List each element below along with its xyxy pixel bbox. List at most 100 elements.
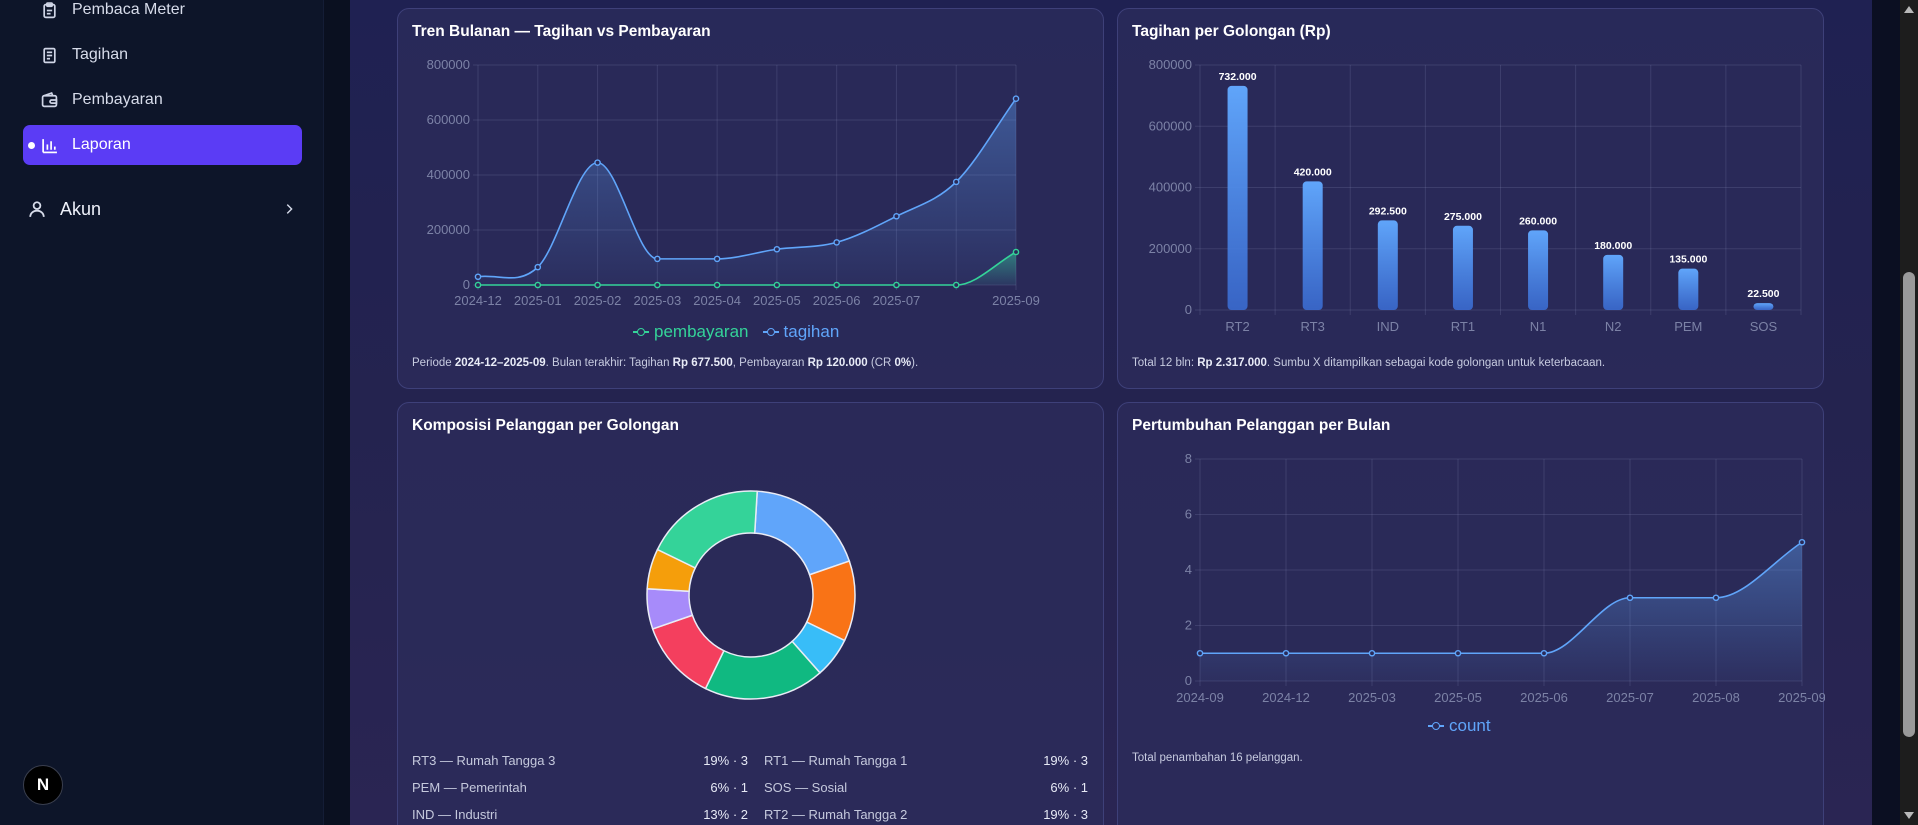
wallet-icon bbox=[41, 91, 58, 107]
layout-gutter bbox=[324, 0, 350, 825]
x-tick-label: 2025-07 bbox=[1606, 690, 1654, 703]
y-tick-label: 800000 bbox=[1149, 57, 1192, 72]
data-point-count bbox=[1798, 538, 1806, 546]
golongan-card: Tagihan per Golongan (Rp) 0 200000 400000 6… bbox=[1117, 8, 1824, 389]
sidebar-item-pembayaran[interactable]: Pembayaran bbox=[23, 80, 302, 120]
data-point-count bbox=[1282, 649, 1290, 657]
sidebar-item-label: Tagihan bbox=[72, 46, 129, 63]
sidebar-item-label: Pembaca Meter bbox=[72, 1, 185, 18]
pertumbuhan-card: Pertumbuhan Pelanggan per Bulan 0 2 4 6 8 202… bbox=[1117, 402, 1825, 825]
trend-card: Tren Bulanan — Tagihan vs Pembayaran 0 20… bbox=[397, 8, 1104, 389]
sidebar-item-laporan[interactable]: Laporan bbox=[23, 125, 302, 165]
data-point-count bbox=[1368, 649, 1376, 657]
account-label: Akun bbox=[60, 198, 102, 219]
data-point-pembayaran bbox=[773, 281, 781, 289]
y-tick-label: 200000 bbox=[427, 222, 470, 237]
data-point-tagihan bbox=[1012, 95, 1020, 102]
data-point-tagihan bbox=[594, 159, 601, 166]
sidebar: Pembaca Meter Tagihan Pembayaran Laporan… bbox=[0, 0, 324, 825]
chevron-right-icon bbox=[286, 204, 293, 214]
legend-item-tagihan[interactable]: tagihan bbox=[762, 322, 840, 342]
data-point-tagihan bbox=[534, 263, 542, 271]
y-tick-label: 4 bbox=[1185, 562, 1192, 577]
data-point-pembayaran bbox=[1012, 248, 1020, 256]
x-tick-label: 2025-03 bbox=[1348, 690, 1396, 703]
y-tick-label: 8 bbox=[1185, 451, 1192, 466]
bar-data-label: 292.500 bbox=[1369, 205, 1407, 217]
user-icon bbox=[29, 201, 45, 217]
x-tick-label: IND bbox=[1377, 319, 1399, 334]
komposisi-card: Komposisi Pelanggan per Golongan RT3 — R… bbox=[397, 402, 1104, 825]
legend-label: pembayaran bbox=[654, 322, 749, 341]
komposisi-row: IND — Industri bbox=[412, 807, 498, 822]
x-tick-label: N1 bbox=[1530, 319, 1547, 334]
bar-SOS bbox=[1753, 303, 1774, 310]
nextjs-badge-button[interactable]: N bbox=[23, 765, 63, 805]
x-tick-label: 2024-12 bbox=[454, 293, 502, 308]
y-tick-label: 400000 bbox=[427, 167, 470, 182]
page-scrollbar[interactable] bbox=[1900, 0, 1918, 825]
x-tick-label: 2025-03 bbox=[633, 293, 681, 308]
data-point-count bbox=[1626, 594, 1634, 602]
komposisi-value: 6% · 1 bbox=[1050, 780, 1088, 795]
x-tick-label: 2025-07 bbox=[873, 293, 921, 308]
bar-N1 bbox=[1528, 230, 1549, 310]
komposisi-row: RT2 — Rumah Tangga 2 bbox=[764, 807, 908, 822]
x-tick-label: 2025-04 bbox=[693, 293, 741, 308]
x-tick-label: RT3 bbox=[1301, 319, 1325, 334]
sidebar-account-toggle[interactable]: Akun bbox=[28, 196, 296, 222]
area-count bbox=[1200, 542, 1802, 681]
badge-letter: N bbox=[36, 775, 50, 794]
x-tick-label: 2025-09 bbox=[992, 293, 1040, 308]
legend-item-pembayaran[interactable]: pembayaran bbox=[633, 322, 749, 342]
data-point-tagihan bbox=[474, 273, 482, 281]
bar-RT1 bbox=[1452, 225, 1473, 310]
trend-legend: pembayaran tagihan bbox=[633, 322, 839, 342]
x-tick-label: 2024-12 bbox=[1262, 690, 1310, 703]
data-point-pembayaran bbox=[952, 281, 960, 289]
legend-marker-icon bbox=[762, 327, 779, 337]
y-tick-label: 0 bbox=[1185, 673, 1192, 688]
data-point-tagihan bbox=[833, 239, 840, 246]
data-point-pembayaran bbox=[833, 281, 840, 289]
sidebar-item-label: Pembayaran bbox=[72, 91, 163, 108]
data-point-pembayaran bbox=[713, 281, 721, 289]
legend-label: tagihan bbox=[783, 322, 840, 341]
bar-chart-icon bbox=[42, 138, 57, 153]
komposisi-value: 19% · 3 bbox=[703, 753, 748, 768]
scrollbar-thumb[interactable] bbox=[1903, 272, 1915, 737]
y-tick-label: 6 bbox=[1185, 507, 1192, 522]
trend-card-note: Periode 2024-12–2025-09. Bulan terakhir:… bbox=[412, 357, 919, 369]
x-tick-label: 2025-08 bbox=[1692, 690, 1740, 703]
data-point-count bbox=[1540, 649, 1548, 657]
legend-item-count[interactable]: count bbox=[1428, 716, 1491, 736]
bar-data-label: 180.000 bbox=[1594, 240, 1632, 252]
data-point-pembayaran bbox=[893, 281, 900, 289]
data-point-tagihan bbox=[952, 178, 960, 186]
x-tick-label: 2025-09 bbox=[1778, 690, 1825, 703]
data-point-pembayaran bbox=[654, 281, 661, 289]
data-point-tagihan bbox=[713, 255, 721, 263]
data-point-pembayaran bbox=[594, 281, 601, 289]
komposisi-row: PEM — Pemerintah bbox=[412, 780, 527, 795]
scroll-down-arrow-icon[interactable] bbox=[1904, 812, 1914, 819]
y-tick-label: 2 bbox=[1185, 618, 1192, 633]
data-point-pembayaran bbox=[474, 281, 482, 289]
layout-right-edge bbox=[1872, 0, 1900, 825]
golongan-bar-chart: 0 200000 400000 600000 800000 732.000 RT2 420.0… bbox=[1149, 57, 1802, 334]
x-tick-label: 2025-05 bbox=[1434, 690, 1482, 703]
bar-data-label: 22.500 bbox=[1747, 288, 1779, 300]
x-tick-label: N2 bbox=[1605, 319, 1622, 334]
komposisi-donut-chart bbox=[646, 490, 856, 700]
scroll-up-arrow-icon[interactable] bbox=[1904, 6, 1914, 13]
komposisi-row: SOS — Sosial bbox=[764, 780, 848, 795]
sidebar-item-pembaca-meter[interactable]: Pembaca Meter bbox=[23, 0, 302, 30]
bar-data-label: 135.000 bbox=[1669, 254, 1707, 266]
bar-data-label: 275.000 bbox=[1444, 211, 1482, 223]
bar-data-label: 732.000 bbox=[1219, 71, 1257, 83]
sidebar-item-tagihan[interactable]: Tagihan bbox=[23, 35, 302, 75]
sidebar-item-label: Laporan bbox=[72, 136, 131, 153]
document-icon bbox=[43, 47, 56, 63]
x-tick-label: RT1 bbox=[1451, 319, 1475, 334]
bar-RT3 bbox=[1302, 181, 1323, 310]
